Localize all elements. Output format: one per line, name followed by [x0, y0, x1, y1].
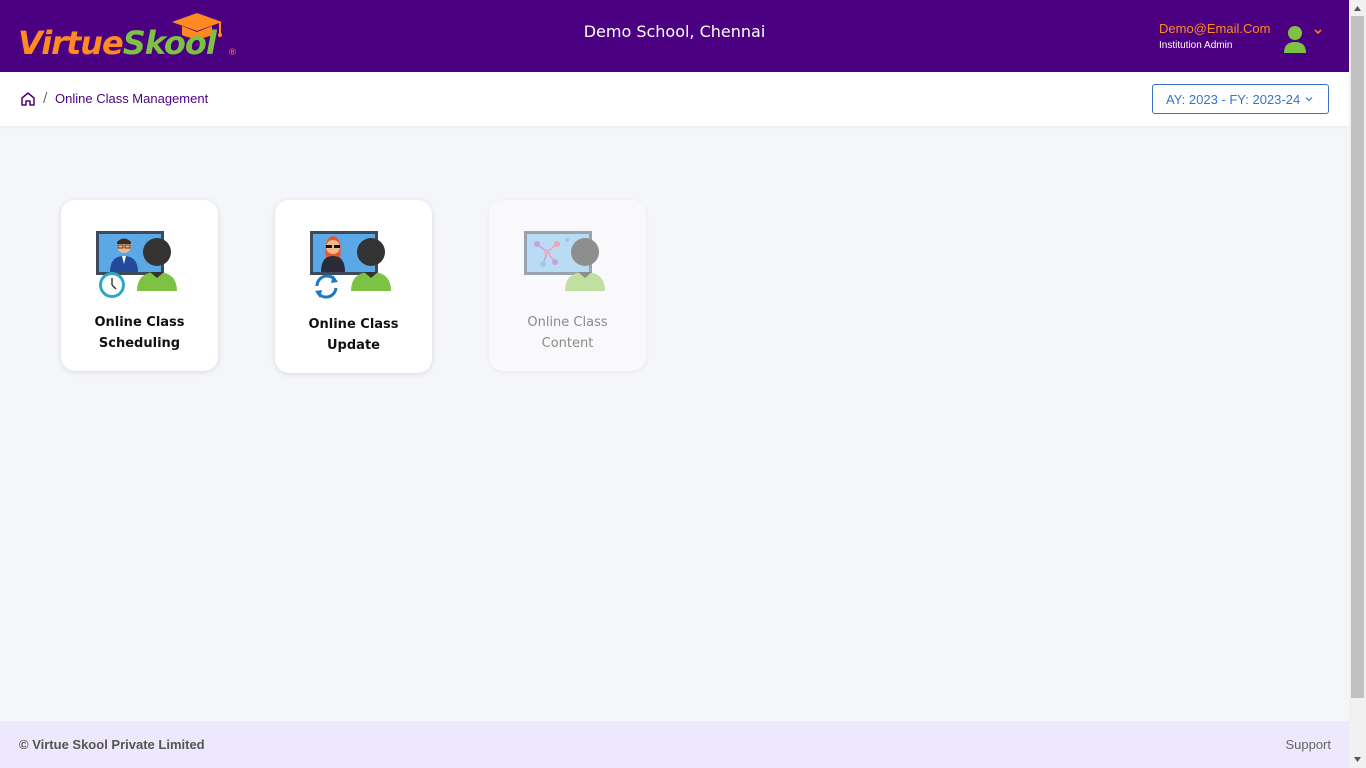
footer: © Virtue Skool Private Limited Support — [0, 721, 1349, 768]
card-label: Online Class Content — [527, 315, 608, 351]
chevron-down-icon — [1305, 97, 1313, 102]
card-label: Online Class Update — [308, 317, 399, 353]
academic-year-select[interactable]: AY: 2023 - FY: 2023-24 — [1152, 84, 1329, 114]
scroll-up-arrow-icon[interactable] — [1353, 4, 1362, 13]
chevron-down-icon[interactable] — [1313, 27, 1323, 37]
card-label: Online Class Scheduling — [94, 315, 185, 351]
user-role: Institution Admin — [1159, 40, 1233, 51]
online-class-content-icon — [524, 231, 605, 291]
support-link[interactable]: Support — [1285, 737, 1331, 752]
card-online-class-content: Online Class Content — [489, 200, 646, 371]
copyright-text: © Virtue Skool Private Limited — [19, 737, 205, 752]
online-class-scheduling-icon — [96, 231, 177, 298]
scrollbar-thumb[interactable] — [1351, 16, 1364, 698]
logo-registered-mark: ® — [228, 48, 237, 58]
breadcrumb-separator: / — [43, 91, 48, 106]
scroll-down-arrow-icon[interactable] — [1353, 755, 1362, 764]
home-icon[interactable] — [20, 91, 36, 107]
top-navbar: VirtueSkool ® Demo School, Chennai Demo@… — [0, 0, 1349, 72]
school-name: Demo School, Chennai — [583, 22, 766, 41]
vertical-scrollbar[interactable] — [1349, 0, 1366, 768]
user-avatar-icon[interactable] — [1281, 24, 1309, 54]
breadcrumb-bar: / Online Class Management AY: 2023 - FY:… — [0, 72, 1349, 126]
user-email[interactable]: Demo@Email.Com — [1159, 21, 1270, 36]
card-online-class-scheduling[interactable]: Online Class Scheduling — [61, 200, 218, 371]
app: VirtueSkool ® Demo School, Chennai Demo@… — [0, 0, 1349, 768]
academic-year-label: AY: 2023 - FY: 2023-24 — [1166, 91, 1301, 107]
online-class-update-icon — [310, 231, 391, 299]
card-online-class-update[interactable]: Online Class Update — [275, 200, 432, 373]
breadcrumb-current: Online Class Management — [55, 91, 209, 106]
